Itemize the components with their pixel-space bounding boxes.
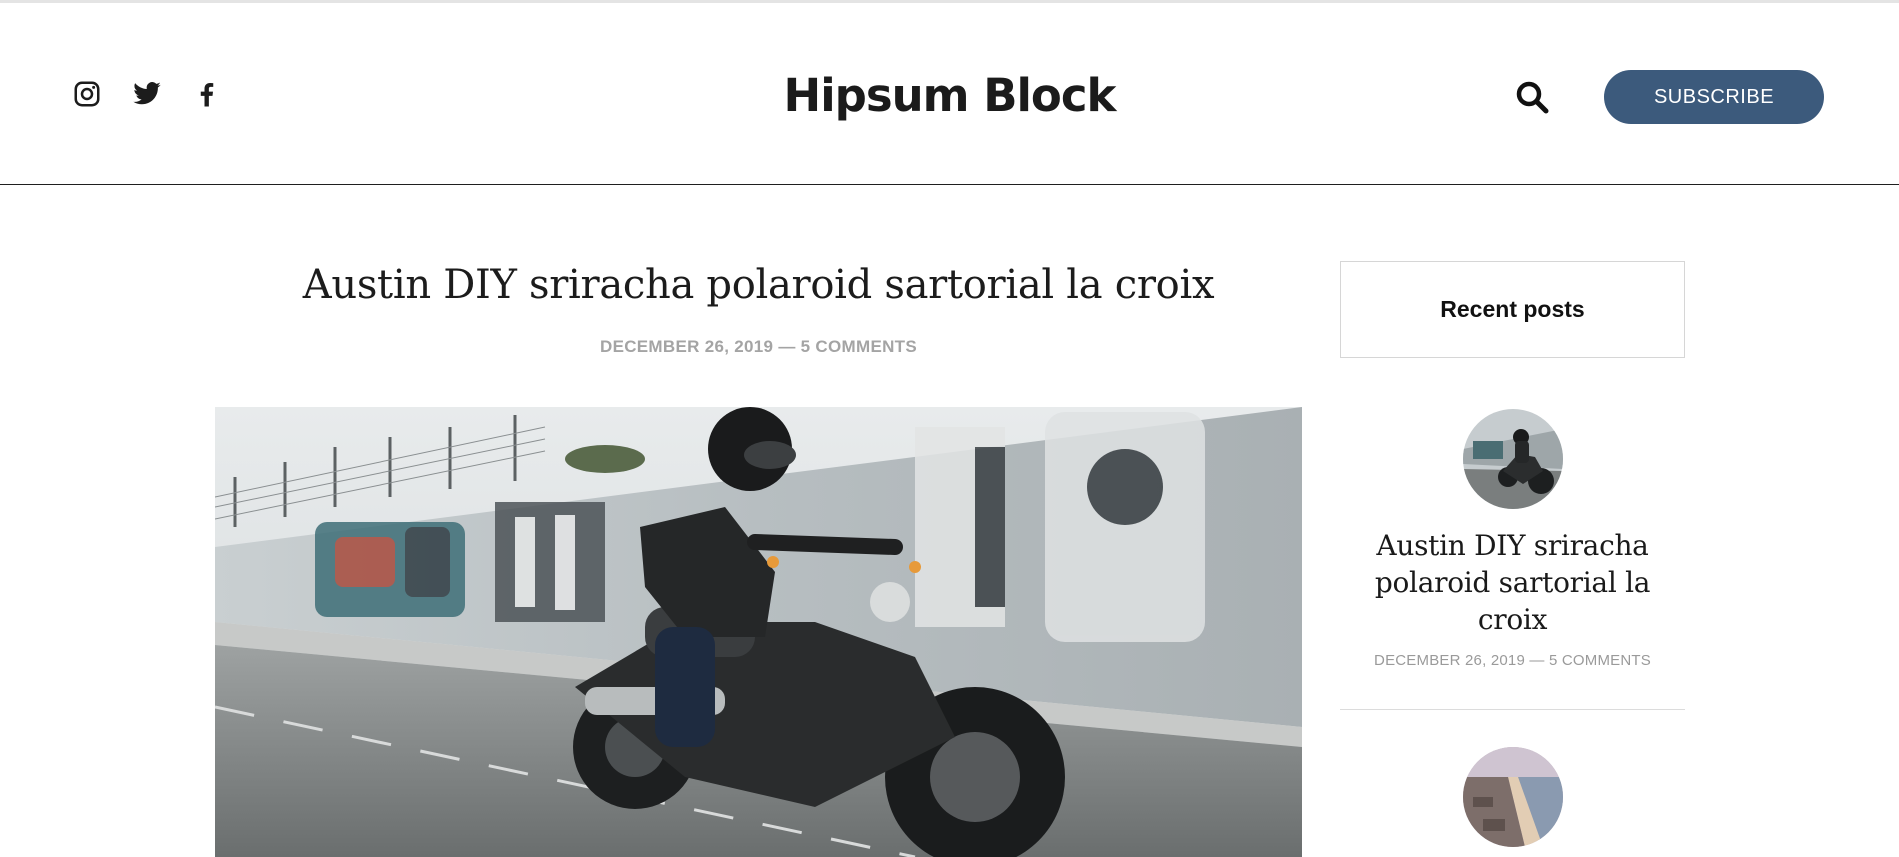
motorcycle-photo bbox=[215, 407, 1302, 857]
post-comments-link[interactable]: 5 COMMENTS bbox=[801, 337, 917, 356]
post-date[interactable]: DECEMBER 26, 2019 bbox=[600, 337, 773, 356]
site-header: Hipsum Block SUBSCRIBE bbox=[0, 3, 1899, 185]
post-title[interactable]: Austin DIY sriracha polaroid sartorial l… bbox=[215, 262, 1302, 308]
recent-post-title[interactable]: Austin DIY sriracha polaroid sartorial l… bbox=[1340, 527, 1685, 638]
search-button[interactable] bbox=[1514, 79, 1550, 115]
meta-separator: — bbox=[1525, 652, 1549, 669]
search-icon bbox=[1516, 81, 1549, 114]
recent-posts-divider bbox=[1340, 709, 1685, 710]
recent-post-thumbnail[interactable] bbox=[1462, 747, 1563, 847]
coastline-thumbnail bbox=[1462, 747, 1563, 847]
recent-post-item bbox=[1340, 747, 1685, 847]
meta-separator: — bbox=[773, 337, 801, 356]
subscribe-button[interactable]: SUBSCRIBE bbox=[1604, 70, 1824, 124]
post-meta: DECEMBER 26, 2019 — 5 COMMENTS bbox=[215, 337, 1302, 357]
recent-post-meta: DECEMBER 26, 2019 — 5 COMMENTS bbox=[1340, 652, 1685, 669]
recent-post-thumbnail[interactable] bbox=[1462, 409, 1563, 509]
recent-posts-heading: Recent posts bbox=[1440, 296, 1585, 322]
recent-post-date[interactable]: DECEMBER 26, 2019 bbox=[1374, 652, 1525, 669]
featured-image[interactable] bbox=[215, 407, 1302, 857]
recent-posts-widget-header: Recent posts bbox=[1340, 261, 1685, 358]
recent-post-comments[interactable]: 5 COMMENTS bbox=[1549, 652, 1651, 669]
recent-post-item: Austin DIY sriracha polaroid sartorial l… bbox=[1340, 409, 1685, 669]
motorcycle-thumbnail bbox=[1462, 409, 1563, 509]
